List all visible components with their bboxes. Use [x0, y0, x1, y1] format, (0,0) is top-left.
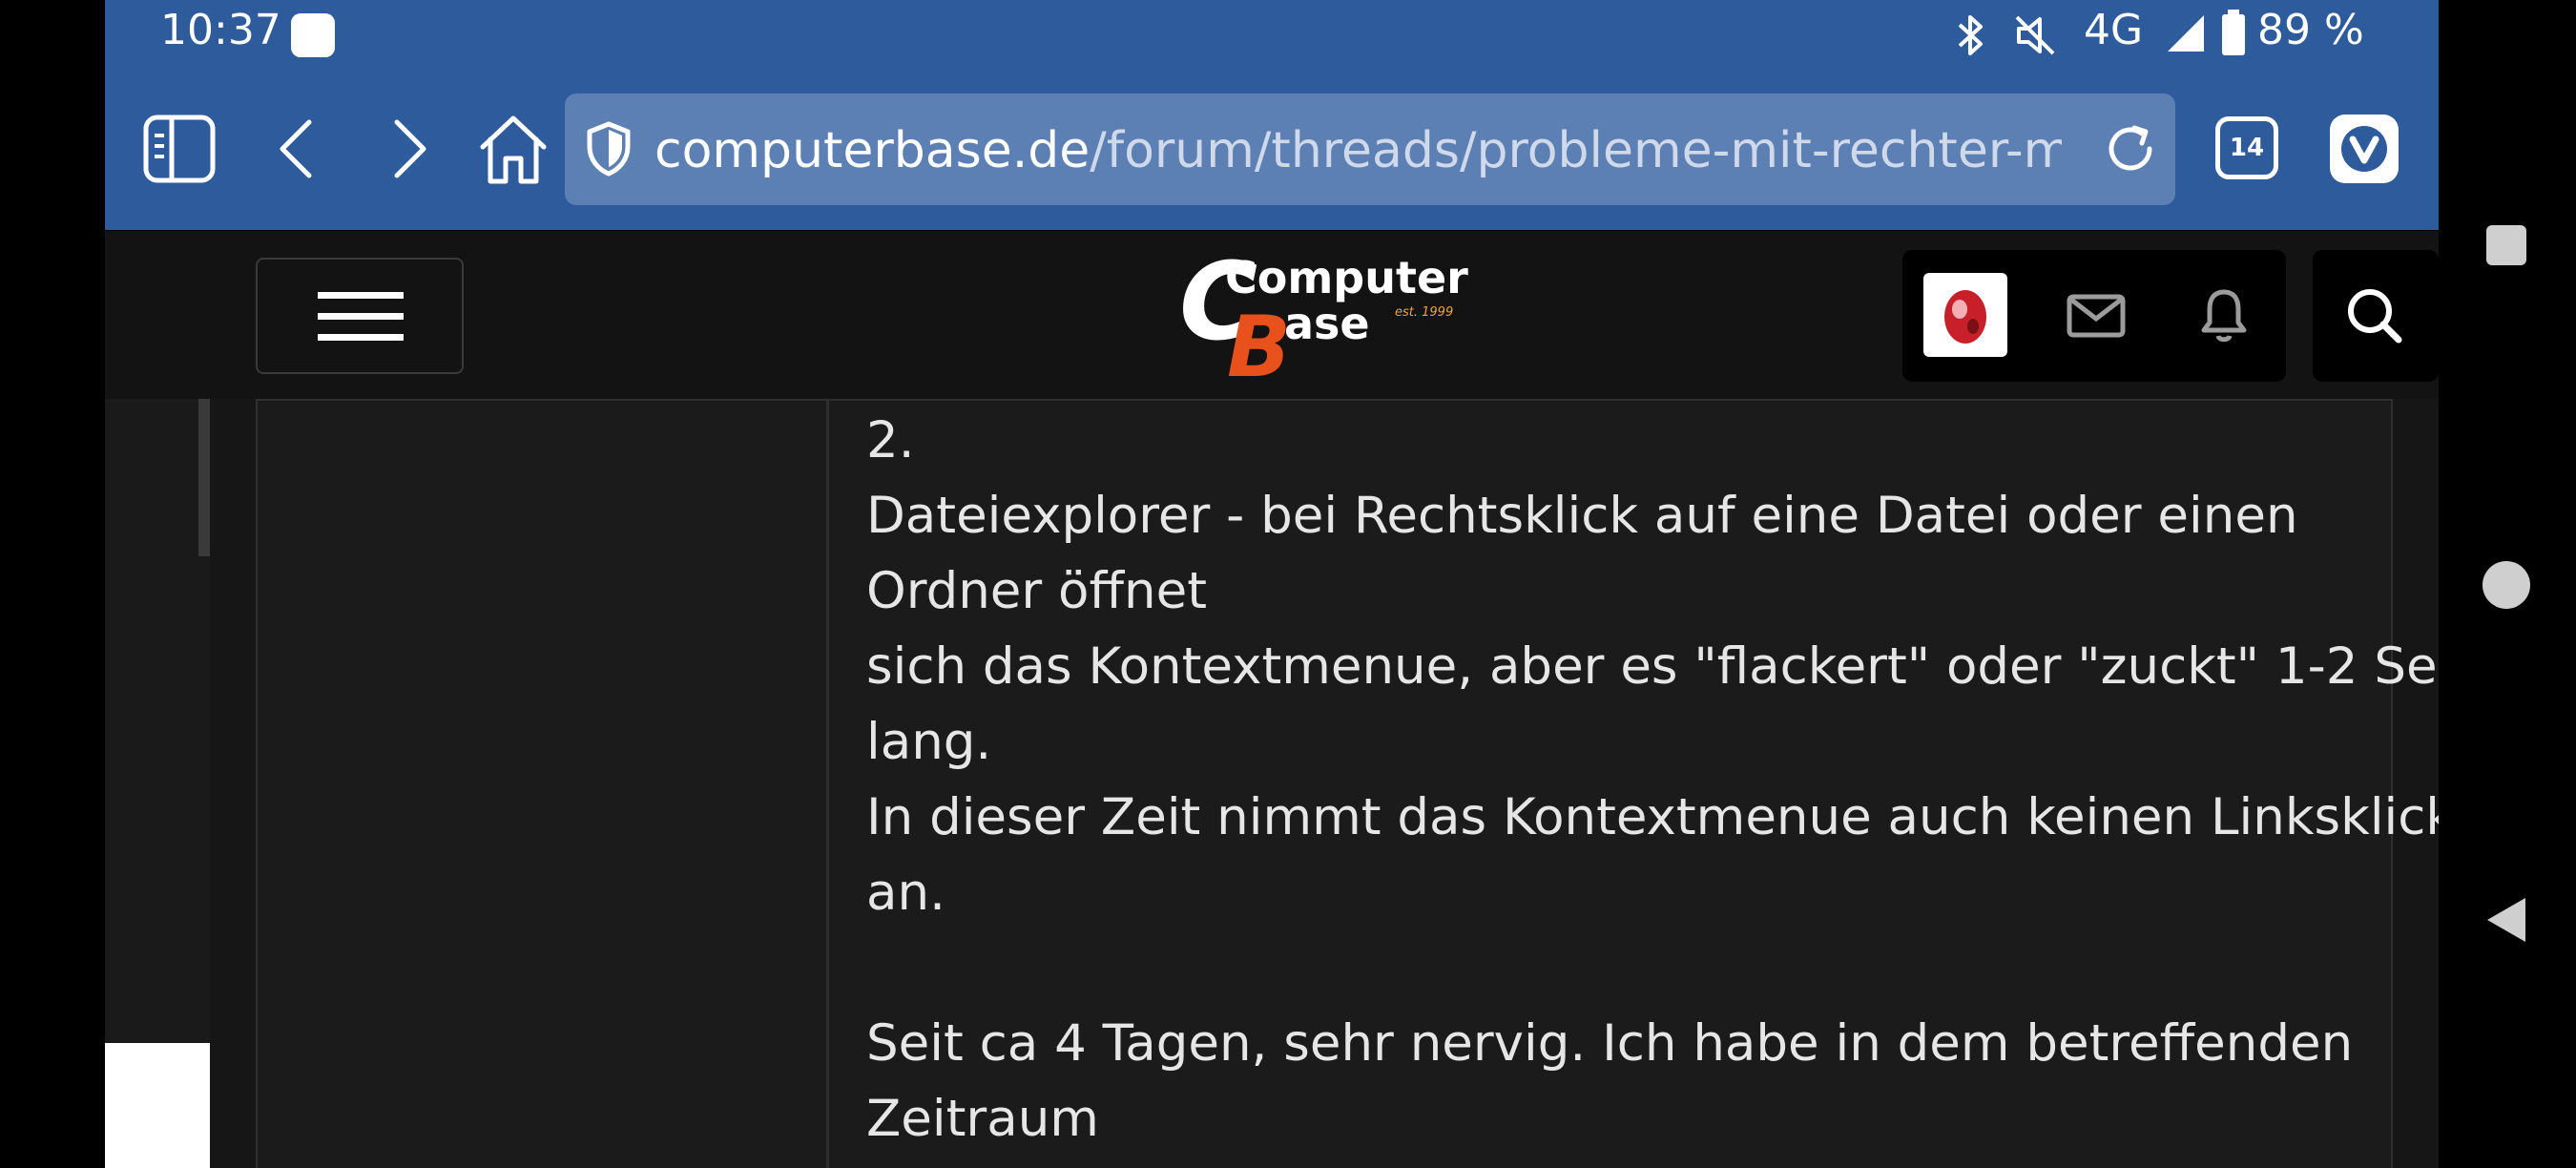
hamburger-icon [318, 292, 404, 341]
post-line: sich das Kontextmenue, aber es "flackert… [866, 637, 2483, 696]
shield-icon[interactable] [584, 120, 634, 177]
network-type: 4G [2084, 6, 2144, 54]
search-icon [2348, 289, 2402, 344]
logo-letter-b: B [1227, 298, 1292, 396]
home-icon[interactable] [479, 113, 548, 185]
back-button[interactable] [2483, 894, 2529, 946]
panel-toggle-icon[interactable] [143, 115, 216, 183]
battery-icon [2222, 10, 2245, 55]
post-line: lang. [866, 713, 992, 771]
post-line [866, 930, 2364, 1006]
post-line: 2. [866, 411, 915, 469]
post-line: Zeitraum [866, 1090, 1099, 1148]
post-line: Seit ca 4 Tagen, sehr nervig. Ich habe i… [866, 1014, 2354, 1073]
logo-word-ase: ase [1284, 298, 1370, 349]
logo-tagline: est. 1999 [1395, 305, 1454, 320]
mute-icon [2015, 15, 2055, 55]
post-line: In dieser Zeit nimmt das Kontextmenue au… [866, 788, 2456, 846]
search-button[interactable] [2313, 250, 2439, 382]
status-time: 10:37 [160, 6, 281, 54]
avatar-image [1944, 290, 1986, 344]
vivaldi-logo-icon [2341, 126, 2387, 172]
url-domain: computerbase.de [654, 122, 1091, 179]
tabs-counter[interactable]: 14 [2215, 116, 2278, 179]
post-line: Ordner öffnet [866, 562, 1207, 620]
signal-icon [2168, 15, 2204, 52]
bell-icon[interactable] [2198, 286, 2250, 345]
forward-icon[interactable] [389, 118, 431, 179]
post-message: 2. Dateiexplorer - bei Rechtsklick auf e… [866, 403, 2483, 1157]
url-path: /forum/threads/probleme-mit-rechter-maus… [1090, 122, 2062, 179]
scrollbar-thumb[interactable] [198, 399, 210, 556]
battery-level: 89 % [2257, 6, 2364, 54]
post-line: an. [866, 864, 945, 922]
avatar[interactable] [1923, 273, 2007, 357]
recents-button[interactable] [2486, 225, 2526, 265]
notification-icon [291, 13, 335, 57]
overlay-fragment [105, 1043, 210, 1168]
post-divider [826, 399, 829, 1168]
logo-word-computer: Computer [1225, 252, 1468, 303]
post-line: Dateiexplorer - bei Rechtsklick auf eine… [866, 487, 2298, 545]
mail-icon[interactable] [2067, 292, 2126, 340]
vivaldi-menu-button[interactable] [2330, 115, 2399, 183]
menu-button[interactable] [256, 258, 464, 374]
home-button[interactable] [2483, 561, 2530, 609]
back-icon[interactable] [275, 118, 317, 179]
url-text[interactable]: computerbase.de/forum/threads/probleme-m… [654, 122, 2062, 179]
computerbase-logo[interactable]: C Computer B ase est. 1999 [1179, 240, 1468, 396]
bluetooth-icon [1958, 15, 1983, 55]
reload-icon[interactable] [2102, 120, 2159, 177]
